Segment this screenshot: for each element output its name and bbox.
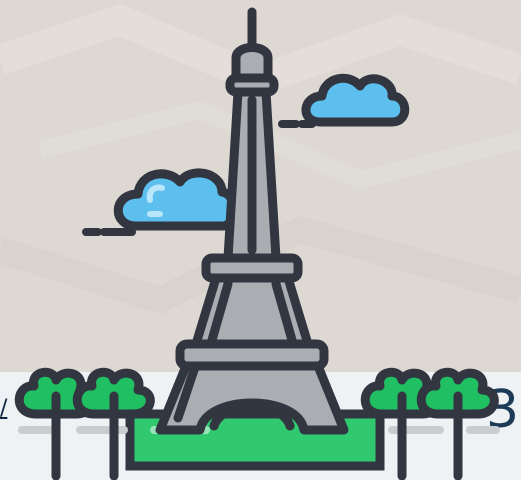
- tree-icon: [416, 367, 499, 480]
- cloud-icon: [82, 168, 239, 236]
- eiffel-tower-illustration: [14, 7, 500, 480]
- cloud-icon: [278, 73, 410, 128]
